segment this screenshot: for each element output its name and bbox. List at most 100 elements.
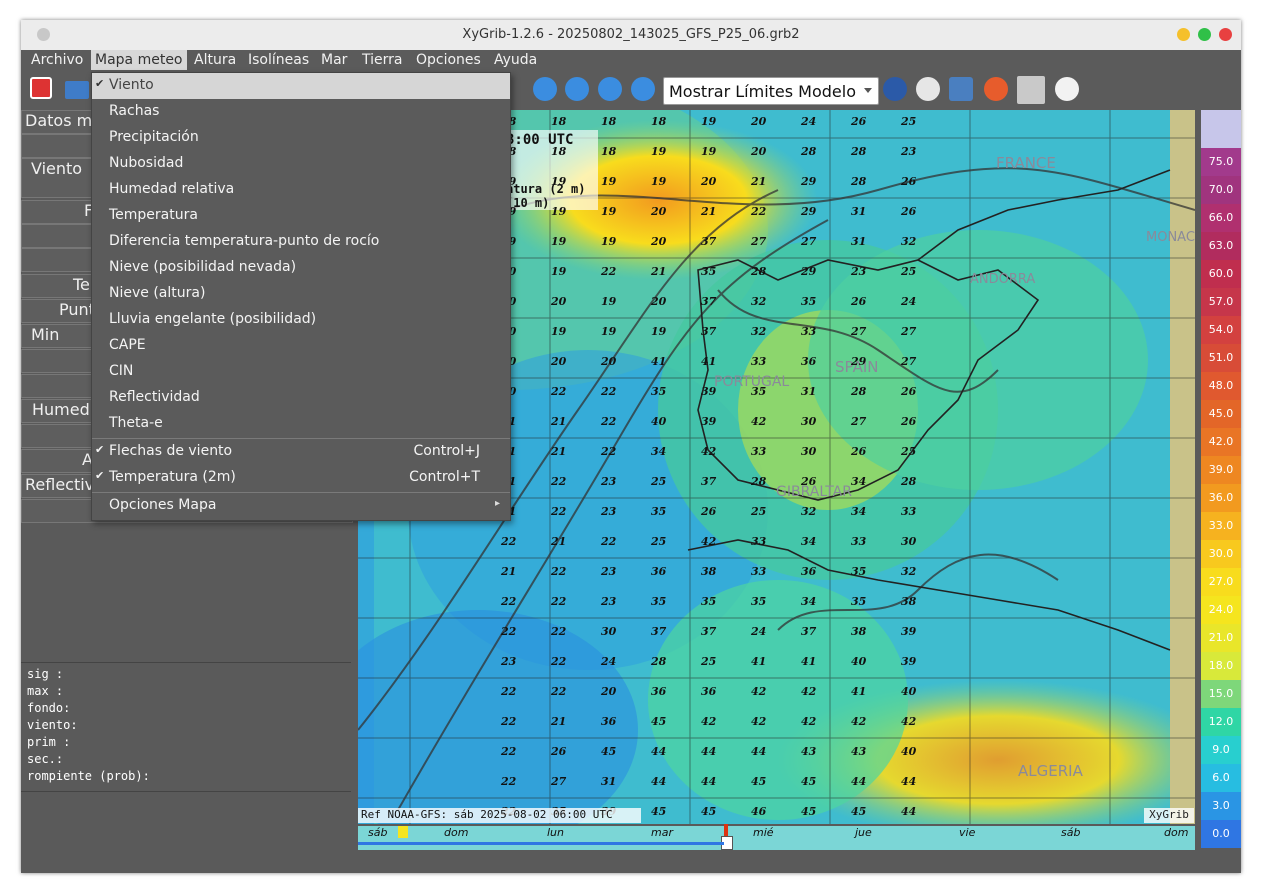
check-icon: ✔ xyxy=(95,77,105,90)
temperature-value: 22 xyxy=(501,535,517,548)
temperature-value: 30 xyxy=(801,415,817,428)
menu-item-temperatura-2m[interactable]: ✔ Temperatura (2m) Control+T xyxy=(92,465,510,491)
crosshair-icon[interactable] xyxy=(1017,76,1045,104)
scale-value: 27.0 xyxy=(1201,568,1241,596)
temperature-value: 41 xyxy=(851,685,867,698)
temperature-value: 34 xyxy=(801,595,817,608)
temperature-value: 24 xyxy=(751,625,767,638)
temperature-value: 19 xyxy=(651,175,667,188)
scale-value: 48.0 xyxy=(1201,372,1241,400)
menu-item-opciones-mapa[interactable]: Opciones Mapa ▸ xyxy=(92,493,510,519)
temperature-value: 29 xyxy=(801,205,817,218)
temperature-value: 42 xyxy=(901,715,917,728)
temperature-value: 45 xyxy=(851,805,867,818)
menu-item-diferencia-temp[interactable]: Diferencia temperatura-punto de rocío xyxy=(92,229,510,255)
open-folder-icon[interactable] xyxy=(65,81,89,99)
temperature-value: 32 xyxy=(801,505,817,518)
temperature-value: 22 xyxy=(501,625,517,638)
rocket-icon[interactable] xyxy=(984,77,1008,101)
model-limits-select[interactable]: Mostrar Límites Modelo xyxy=(663,77,879,105)
menu-mapa-meteo[interactable]: Mapa meteo xyxy=(91,50,187,70)
temperature-value: 19 xyxy=(551,325,567,338)
min-label: Min xyxy=(31,325,60,344)
temperature-value: 24 xyxy=(901,295,917,308)
info-line: rompiente (prob): xyxy=(27,769,150,783)
menu-item-cape[interactable]: CAPE xyxy=(92,333,510,359)
menu-item-flechas-viento[interactable]: ✔ Flechas de viento Control+J xyxy=(92,439,510,465)
temperature-value: 37 xyxy=(651,625,667,638)
menu-ayuda[interactable]: Ayuda xyxy=(494,52,537,68)
menu-item-nubosidad[interactable]: Nubosidad xyxy=(92,151,510,177)
scale-value: 21.0 xyxy=(1201,624,1241,652)
menu-item-label: Temperatura (2m) xyxy=(109,469,236,485)
power-icon[interactable] xyxy=(30,77,52,99)
scale-value: 24.0 xyxy=(1201,596,1241,624)
temperature-value: 35 xyxy=(701,595,717,608)
menu-isolineas[interactable]: Isolíneas xyxy=(248,52,309,68)
menu-archivo[interactable]: Archivo xyxy=(31,52,83,68)
menu-tierra[interactable]: Tierra xyxy=(362,52,402,68)
temperature-value: 20 xyxy=(551,355,567,368)
arrow-right-icon[interactable] xyxy=(565,77,589,101)
temperature-value: 23 xyxy=(601,475,617,488)
arrow-down-icon[interactable] xyxy=(631,77,655,101)
temperature-value: 28 xyxy=(851,145,867,158)
wave-info: sig : max : fondo: viento: prim : sec.: … xyxy=(21,662,351,792)
arrow-left-icon[interactable] xyxy=(533,77,557,101)
temperature-value: 26 xyxy=(551,745,567,758)
menu-opciones[interactable]: Opciones xyxy=(416,52,481,68)
temperature-value: 29 xyxy=(801,175,817,188)
scale-value: 0.0 xyxy=(1201,820,1241,848)
pin-icon[interactable] xyxy=(916,77,940,101)
temperature-value: 33 xyxy=(901,505,917,518)
close-icon[interactable] xyxy=(1219,28,1232,41)
menu-item-rachas[interactable]: Rachas xyxy=(92,99,510,125)
temperature-value: 37 xyxy=(701,295,717,308)
temperature-value: 19 xyxy=(701,145,717,158)
scale-value: 70.0 xyxy=(1201,176,1241,204)
temperature-value: 21 xyxy=(551,715,567,728)
temperature-value: 36 xyxy=(651,565,667,578)
temperature-value: 34 xyxy=(801,535,817,548)
scale-value: 75.0 xyxy=(1201,148,1241,176)
hand-icon[interactable] xyxy=(1055,77,1079,101)
menu-item-shortcut: Control+T xyxy=(409,469,480,485)
temperature-value: 22 xyxy=(551,385,567,398)
temperature-value: 35 xyxy=(651,595,667,608)
temperature-value: 22 xyxy=(501,775,517,788)
temperature-value: 25 xyxy=(901,445,917,458)
temperature-value: 31 xyxy=(801,385,817,398)
temperature-value: 40 xyxy=(651,415,667,428)
menu-item-theta-e[interactable]: Theta-e xyxy=(92,411,510,437)
maximize-icon[interactable] xyxy=(1198,28,1211,41)
menu-item-reflectividad[interactable]: Reflectividad xyxy=(92,385,510,411)
temperature-value: 26 xyxy=(901,205,917,218)
menu-altura[interactable]: Altura xyxy=(194,52,236,68)
temperature-value: 35 xyxy=(751,595,767,608)
temperature-value: 28 xyxy=(851,175,867,188)
menu-item-nieve-posibilidad[interactable]: Nieve (posibilidad nevada) xyxy=(92,255,510,281)
temperature-value: 36 xyxy=(651,685,667,698)
menu-item-temperatura[interactable]: Temperatura xyxy=(92,203,510,229)
temperature-value: 19 xyxy=(651,145,667,158)
temperature-value: 23 xyxy=(601,595,617,608)
temperature-value: 34 xyxy=(851,505,867,518)
menu-item-humedad[interactable]: Humedad relativa xyxy=(92,177,510,203)
menu-mar[interactable]: Mar xyxy=(321,52,347,68)
temperature-value: 22 xyxy=(551,625,567,638)
menu-item-cin[interactable]: CIN xyxy=(92,359,510,385)
menu-item-precipitacion[interactable]: Precipitación xyxy=(92,125,510,151)
menu-item-nieve-altura[interactable]: Nieve (altura) xyxy=(92,281,510,307)
arrow-up-icon[interactable] xyxy=(598,77,622,101)
time-slider[interactable]: sáb dom lun mar mié jue vie sáb dom xyxy=(358,824,1195,850)
temperature-value: 19 xyxy=(551,175,567,188)
temperature-value: 19 xyxy=(601,295,617,308)
scale-value: 45.0 xyxy=(1201,400,1241,428)
temperature-value: 27 xyxy=(751,235,767,248)
menu-item-viento[interactable]: ✔ Viento xyxy=(92,73,510,99)
info-icon[interactable] xyxy=(949,77,973,101)
globe-icon[interactable] xyxy=(883,77,907,101)
menu-item-lluvia-engelante[interactable]: Lluvia engelante (posibilidad) xyxy=(92,307,510,333)
temperature-value: 44 xyxy=(701,775,717,788)
minimize-icon[interactable] xyxy=(1177,28,1190,41)
